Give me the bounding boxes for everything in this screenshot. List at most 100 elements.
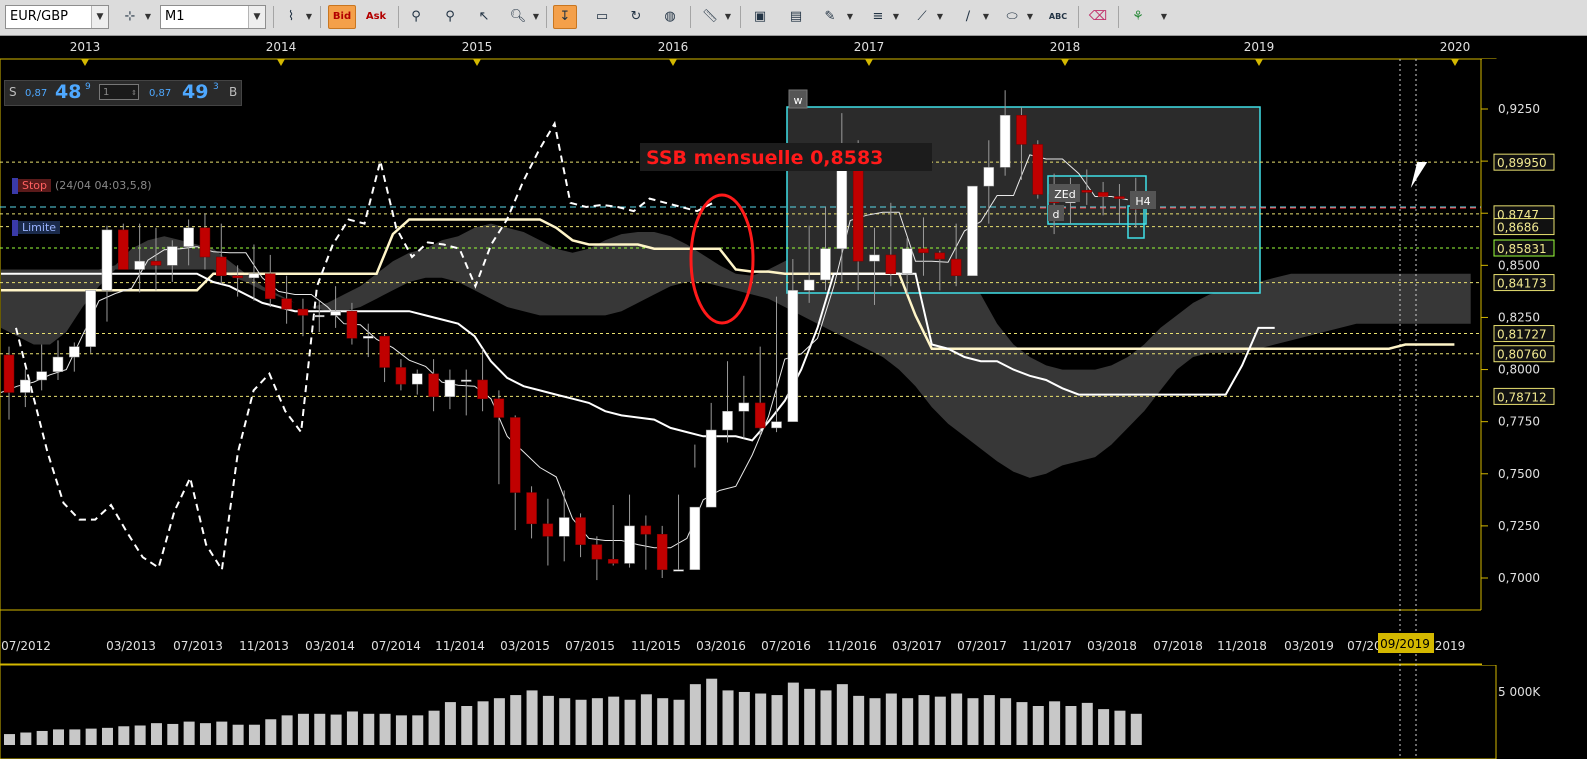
candle-body[interactable] xyxy=(950,258,962,277)
volume-bar[interactable] xyxy=(101,727,113,745)
ask-button[interactable]: Ask xyxy=(362,5,390,29)
chart-type-icon[interactable]: ⌇ xyxy=(279,5,303,29)
volume-bar[interactable] xyxy=(150,723,162,745)
candle-body[interactable] xyxy=(771,421,782,429)
volume-bar[interactable] xyxy=(1000,698,1012,745)
volume-bar[interactable] xyxy=(346,711,358,745)
volume-bar[interactable] xyxy=(36,730,48,745)
volume-bar[interactable] xyxy=(575,699,587,745)
volume-bar[interactable] xyxy=(951,693,963,745)
image-icon[interactable]: ▣ xyxy=(748,5,772,29)
lines-icon[interactable]: ≡ xyxy=(866,5,890,29)
candle-body[interactable] xyxy=(118,229,129,270)
candle-body[interactable] xyxy=(248,273,260,279)
volume-bar[interactable] xyxy=(281,715,293,745)
volume-bar[interactable] xyxy=(444,702,456,745)
candle-body[interactable] xyxy=(967,185,978,277)
candle-body[interactable] xyxy=(542,523,554,537)
volume-bar[interactable] xyxy=(983,695,995,745)
volume-bar[interactable] xyxy=(657,698,669,745)
candle-body[interactable] xyxy=(656,533,668,570)
candle-body[interactable] xyxy=(199,227,211,258)
candle-body[interactable] xyxy=(493,398,505,418)
candle-body[interactable] xyxy=(1032,144,1044,195)
volume-bar[interactable] xyxy=(738,691,750,745)
volume-bar[interactable] xyxy=(689,684,701,745)
candle-body[interactable] xyxy=(330,310,341,316)
candle-body[interactable] xyxy=(265,273,276,299)
volume-bar[interactable] xyxy=(85,728,97,745)
chevron-down-icon[interactable]: ▼ xyxy=(892,5,900,29)
buy-price[interactable]: 49 xyxy=(182,81,208,103)
chevron-down-icon[interactable]: ▼ xyxy=(305,5,313,29)
candle-body[interactable] xyxy=(36,371,47,381)
zoom-icon[interactable]: 🔍︎ xyxy=(506,5,530,29)
volume-bar[interactable] xyxy=(232,724,244,745)
candle-body[interactable] xyxy=(705,429,717,508)
volume-bar[interactable] xyxy=(265,719,277,745)
candle-body[interactable] xyxy=(673,569,684,572)
volume-bar[interactable] xyxy=(199,723,211,745)
volume-bar[interactable] xyxy=(918,695,930,745)
volume-bar[interactable] xyxy=(820,690,832,745)
candle-body[interactable] xyxy=(722,410,733,431)
volume-bar[interactable] xyxy=(902,698,914,745)
volume-bar[interactable] xyxy=(363,713,375,745)
candle-body[interactable] xyxy=(575,517,586,545)
candle-body[interactable] xyxy=(460,379,472,382)
volume-bar[interactable] xyxy=(640,694,652,745)
candle-body[interactable] xyxy=(346,310,358,339)
ellipse-icon[interactable]: ⬭ xyxy=(1000,5,1024,29)
chevron-down-icon[interactable]: ▼ xyxy=(248,6,265,28)
pen-icon[interactable]: ∕ xyxy=(956,5,980,29)
candle-body[interactable] xyxy=(69,346,80,358)
volume-bar[interactable] xyxy=(542,695,554,745)
volume-bar[interactable] xyxy=(1114,710,1126,745)
candle-body[interactable] xyxy=(918,248,929,254)
candle-body[interactable] xyxy=(1016,115,1027,145)
limit-order-tag[interactable]: Limite xyxy=(12,220,61,236)
volume-bar[interactable] xyxy=(248,724,260,745)
candle-body[interactable] xyxy=(297,308,309,316)
price-chart[interactable]: 2013 2014 2015 2016 2017 2018 2019 2020 0,9250 0… xyxy=(0,36,1587,759)
candle-body[interactable] xyxy=(869,254,880,262)
stop-order-tag[interactable]: Stop (24/04 04:03,5,8) xyxy=(12,178,152,194)
chevron-down-icon[interactable]: ▼ xyxy=(144,5,152,29)
volume-bar[interactable] xyxy=(1016,702,1028,745)
volume-bar[interactable] xyxy=(673,699,685,745)
volume-bar[interactable] xyxy=(69,729,81,745)
symbol-select[interactable]: EUR/GBP ▼ xyxy=(5,5,109,29)
draw-tools-icon[interactable]: ✎ xyxy=(818,5,842,29)
candle-body[interactable] xyxy=(477,379,488,399)
globe-icon[interactable]: ◍ xyxy=(658,5,682,29)
candle-body[interactable] xyxy=(1081,190,1093,193)
candle-body[interactable] xyxy=(379,335,390,368)
screenshot-icon[interactable]: ▭ xyxy=(590,5,614,29)
chevron-down-icon[interactable]: ▼ xyxy=(936,5,944,29)
volume-bar[interactable] xyxy=(1049,701,1061,745)
buy-prefix[interactable]: 0,87 xyxy=(149,88,171,99)
candle-body[interactable] xyxy=(395,367,407,385)
candle-body[interactable] xyxy=(281,298,292,310)
chevron-down-icon[interactable]: ▼ xyxy=(982,5,990,29)
fib-icon[interactable]: ⟋ xyxy=(910,5,934,29)
volume-bar[interactable] xyxy=(836,684,848,745)
candle-body[interactable] xyxy=(20,379,31,393)
candle-body[interactable] xyxy=(607,558,619,564)
volume-bar[interactable] xyxy=(4,734,15,745)
timeframe-select[interactable]: M1 ▼ xyxy=(160,5,266,29)
candle-body[interactable] xyxy=(134,260,145,270)
volume-bar[interactable] xyxy=(1065,706,1077,745)
chevron-down-icon[interactable]: ▼ xyxy=(724,5,732,29)
candle-body[interactable] xyxy=(183,227,194,247)
volume-bar[interactable] xyxy=(869,698,881,745)
volume-bar[interactable] xyxy=(624,699,636,745)
candle-body[interactable] xyxy=(983,167,995,187)
refresh-icon[interactable]: ↻ xyxy=(624,5,648,29)
chevron-down-icon[interactable]: ▼ xyxy=(1026,5,1034,29)
volume-bar[interactable] xyxy=(330,714,342,745)
candle-body[interactable] xyxy=(167,246,178,266)
candle-body[interactable] xyxy=(3,354,15,393)
sell-prefix[interactable]: 0,87 xyxy=(25,88,47,99)
volume-bar[interactable] xyxy=(167,723,179,745)
